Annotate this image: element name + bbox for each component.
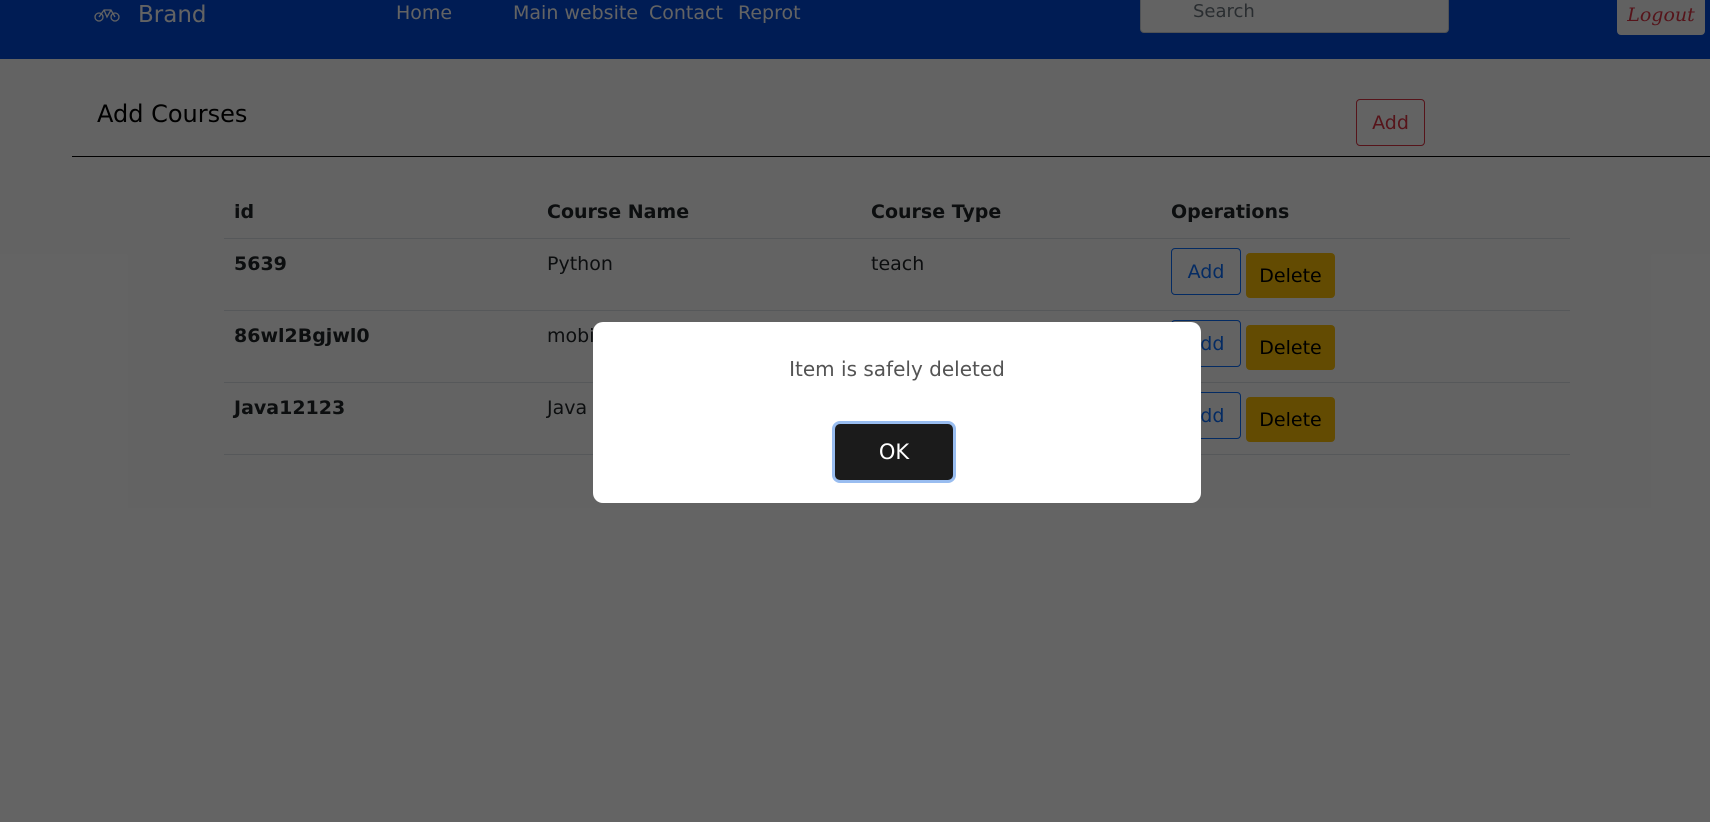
alert-dialog: Item is safely deleted OK (593, 322, 1201, 503)
ok-button[interactable]: OK (835, 424, 953, 480)
dialog-message: Item is safely deleted (789, 357, 1005, 381)
